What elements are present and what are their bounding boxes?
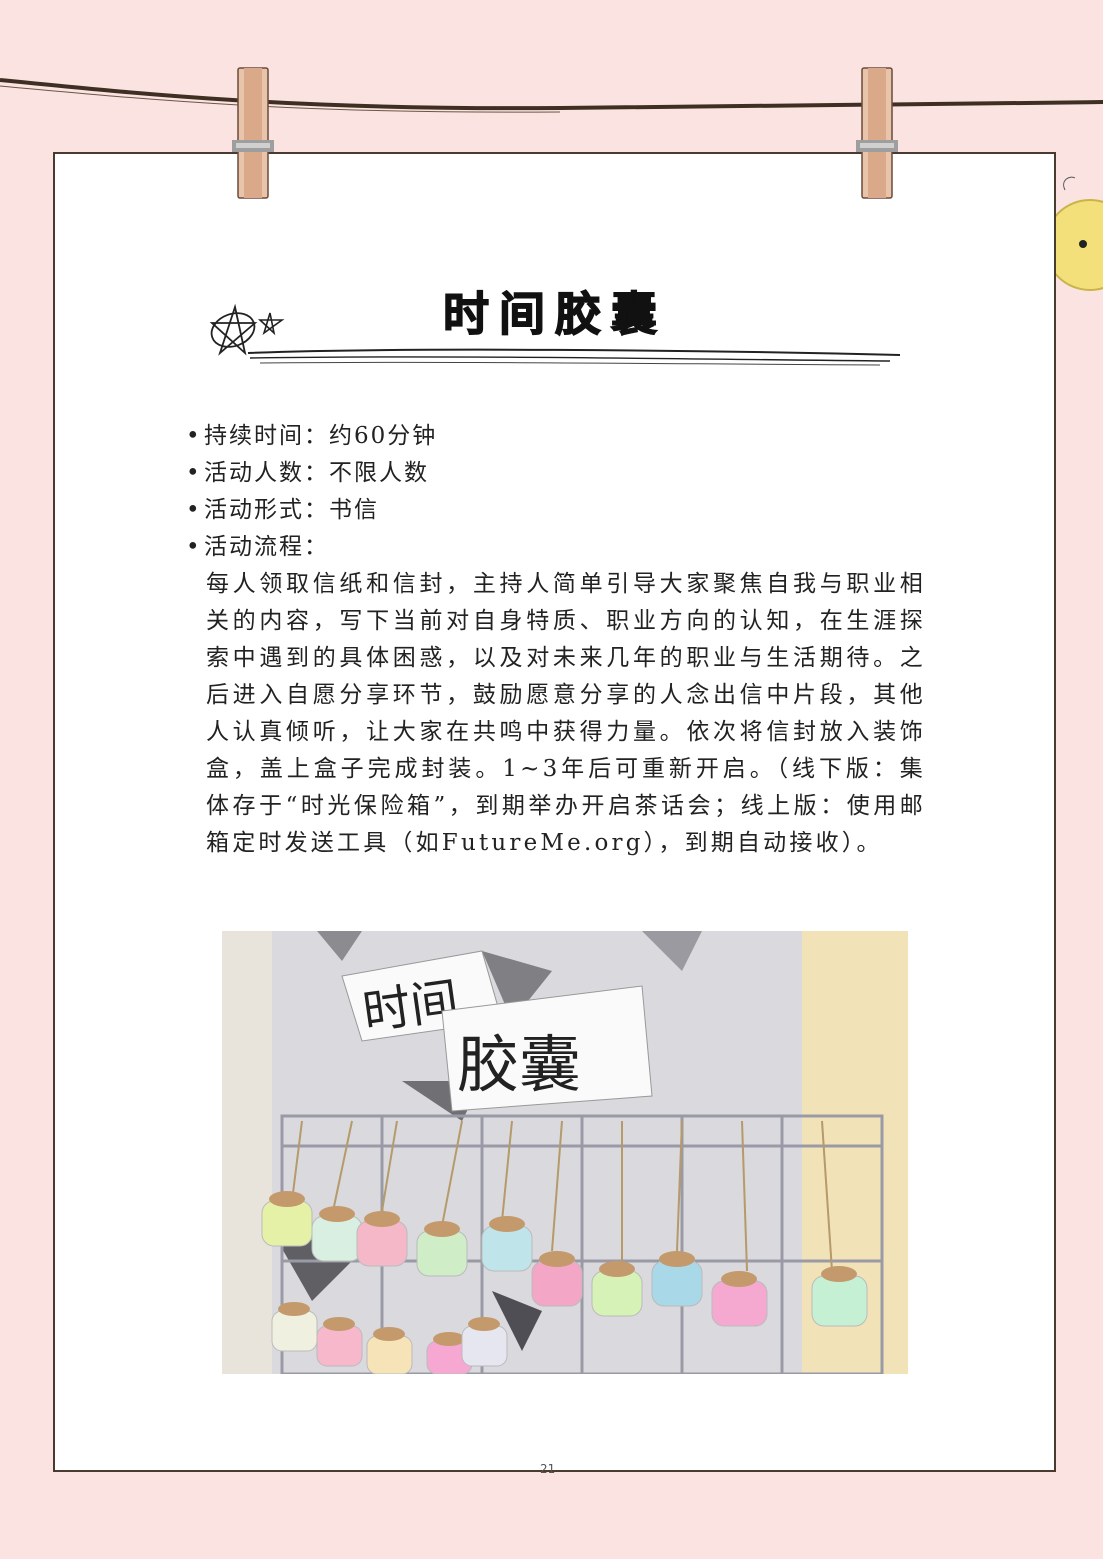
bullet: •	[186, 497, 202, 523]
star-doodle-icon	[209, 303, 258, 356]
activity-info: • 持续时间：约60分钟 • 活动人数：不限人数 • 活动形式：书信 • 活动流程： 每…	[186, 418, 946, 862]
page-number: 21	[540, 1462, 556, 1476]
rope	[0, 78, 1103, 111]
bullet: •	[186, 460, 202, 486]
rope-decoration	[0, 67, 1103, 199]
clothespin-right-icon	[856, 67, 898, 199]
info-format: • 活动形式：书信	[186, 492, 946, 529]
format-text: 活动形式：书信	[204, 497, 379, 523]
duration-text: 持续时间：约60分钟	[204, 423, 438, 449]
small-star-doodle-icon	[257, 312, 285, 336]
info-process: • 活动流程：	[186, 529, 946, 566]
title-underline	[247, 348, 900, 356]
time-capsule-photo: 时间 胶囊	[222, 931, 908, 1374]
process-label: 活动流程：	[204, 534, 329, 560]
participants-text: 活动人数：不限人数	[204, 460, 429, 486]
info-duration: • 持续时间：约60分钟	[186, 418, 946, 455]
info-participants: • 活动人数：不限人数	[186, 455, 946, 492]
clothespin-left-icon	[232, 67, 274, 199]
sign-text-2: 胶囊	[457, 1028, 581, 1101]
page-title: 时间胶囊	[442, 286, 667, 342]
bullet: •	[186, 423, 202, 449]
bullet: •	[186, 534, 202, 560]
process-description: 每人领取信纸和信封，主持人简单引导大家聚焦自我与职业相关的内容，写下当前对自身特…	[206, 571, 926, 856]
